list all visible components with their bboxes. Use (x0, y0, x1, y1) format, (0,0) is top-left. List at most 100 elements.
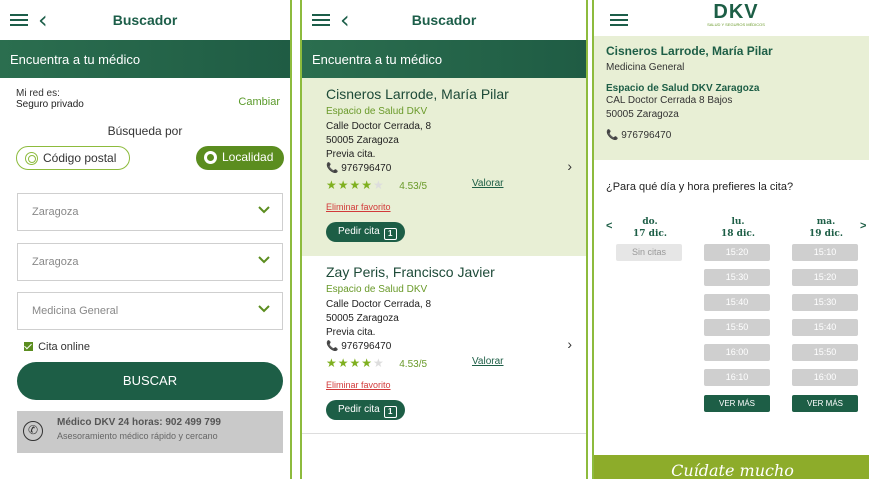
rate-link[interactable]: Valorar (472, 178, 504, 189)
doctor-info: Cisneros Larrode, María Pilar Medicina G… (594, 36, 869, 160)
doctor-center: Espacio de Salud DKV (326, 284, 428, 295)
chevron-down-icon (258, 256, 270, 264)
radio-off-icon (25, 152, 38, 165)
rating-value: 4.53/5 (399, 181, 428, 192)
doctor-card[interactable]: Zay Peris, Francisco Javier Espacio de S… (302, 256, 586, 434)
doctor-address: Calle Doctor Cerrada, 8 (326, 121, 432, 132)
time-slot[interactable]: 15:20 (792, 269, 858, 286)
results-screen: ‹ Buscador Encuentra a tu médico Cisnero… (300, 0, 588, 479)
time-slot[interactable]: 15:30 (704, 269, 770, 286)
book-appointment-label: Pedir cita (338, 226, 380, 237)
time-slot[interactable]: 15:40 (792, 319, 858, 336)
time-slot[interactable]: 16:10 (704, 369, 770, 386)
province-select[interactable]: Zaragoza (17, 193, 283, 231)
day-of-week: do. (642, 217, 658, 227)
book-appointment-label: Pedir cita (338, 404, 380, 415)
help-line-title: Médico DKV 24 horas: 902 499 799 (57, 417, 221, 428)
footer-banner: Cuídate mucho (594, 455, 869, 479)
network-section: Mi red es: Seguro privado Cambiar (0, 78, 290, 116)
dkv-logo: DKV SALUD Y SEGUROS MÉDICOS (706, 2, 766, 27)
chevron-down-icon (258, 206, 270, 214)
time-slot[interactable]: 15:50 (704, 319, 770, 336)
next-days-icon[interactable]: > (860, 220, 866, 232)
time-slot[interactable]: 15:20 (704, 244, 770, 261)
doctor-city: 50005 Zaragoza (606, 109, 679, 120)
doctor-name: Cisneros Larrode, María Pilar (326, 86, 509, 102)
help-line-banner[interactable]: ✆ Médico DKV 24 horas: 902 499 799 Aseso… (17, 411, 283, 453)
doctor-phone-row[interactable]: 📞 976796470 (326, 340, 586, 354)
doctor-name: Zay Peris, Francisco Javier (326, 264, 495, 280)
day-date: 19 dic. (809, 229, 843, 239)
rating-row: ★★★★★ 4.53/5 Valorar (326, 354, 586, 370)
day-header-sunday: do. 17 dic. (620, 216, 680, 240)
search-mode-toggle: Código postal Localidad (0, 146, 290, 178)
doctor-specialty: Medicina General (606, 62, 685, 73)
remove-favorite-link[interactable]: Eliminar favorito (326, 380, 586, 390)
calendar-icon: 1 (383, 406, 397, 418)
time-slot[interactable]: 15:10 (792, 244, 858, 261)
help-line-subtitle: Asesoramiento médico rápido y cercano (57, 431, 218, 441)
doctor-center: Espacio de Salud DKV (326, 106, 428, 117)
top-bar: ‹ Buscador (0, 0, 290, 40)
logo-text: DKV (713, 1, 759, 23)
time-slot[interactable]: 16:00 (792, 369, 858, 386)
top-bar: ‹ Buscador (302, 0, 586, 40)
remove-favorite-link[interactable]: Eliminar favorito (326, 202, 586, 212)
doctor-card[interactable]: Cisneros Larrode, María Pilar Espacio de… (302, 78, 586, 256)
chevron-right-icon[interactable]: › (567, 336, 572, 352)
see-more-button[interactable]: VER MÁS (792, 395, 858, 412)
see-more-button[interactable]: VER MÁS (704, 395, 770, 412)
time-slot[interactable]: 16:00 (704, 344, 770, 361)
book-appointment-button[interactable]: Pedir cita 1 (326, 400, 405, 420)
book-appointment-button[interactable]: Pedir cita 1 (326, 222, 405, 242)
online-appointment-label: Cita online (38, 341, 91, 353)
phone-icon: 📞 (326, 341, 342, 352)
locality-label: Localidad (222, 150, 274, 164)
banner: Encuentra a tu médico (0, 40, 290, 78)
top-bar: DKV SALUD Y SEGUROS MÉDICOS (594, 0, 869, 36)
time-slot[interactable]: 15:40 (704, 294, 770, 311)
province-value: Zaragoza (32, 206, 79, 218)
menu-icon[interactable] (610, 14, 628, 26)
doctor-phone: 976796470 (341, 163, 392, 174)
day-date: 18 dic. (721, 229, 755, 239)
doctor-note: Previa cita. (326, 327, 376, 338)
date-question: ¿Para qué día y hora prefieres la cita? (606, 181, 794, 193)
phone-icon: ✆ (23, 421, 43, 441)
city-value: Zaragoza (32, 256, 79, 268)
day-header-tuesday: ma. 19 dic. (796, 216, 856, 240)
rate-link[interactable]: Valorar (472, 356, 504, 367)
change-network-link[interactable]: Cambiar (238, 96, 280, 108)
search-button[interactable]: BUSCAR (17, 362, 283, 400)
appointment-screen: DKV SALUD Y SEGUROS MÉDICOS Cisneros Lar… (592, 0, 869, 479)
day-date: 17 dic. (633, 229, 667, 239)
postal-code-label: Código postal (43, 151, 117, 165)
locality-toggle[interactable]: Localidad (196, 146, 284, 170)
star-rating-icon: ★★★★★ (326, 356, 385, 370)
doctor-phone-row[interactable]: 📞 976796470 (606, 130, 869, 141)
search-screen: ‹ Buscador Encuentra a tu médico Mi red … (0, 0, 292, 479)
city-select[interactable]: Zaragoza (17, 243, 283, 281)
previous-days-icon[interactable]: < (606, 220, 612, 232)
doctor-city: 50005 Zaragoza (326, 313, 399, 324)
time-slot[interactable]: 15:50 (792, 344, 858, 361)
doctor-phone-row[interactable]: 📞 976796470 (326, 162, 586, 176)
search-by-label: Búsqueda por (107, 124, 183, 138)
online-appointment-checkbox[interactable]: Cita online (24, 341, 90, 353)
doctor-center: Espacio de Salud DKV Zaragoza (606, 83, 760, 94)
postal-code-toggle[interactable]: Código postal (16, 146, 130, 170)
phone-icon: 📞 (326, 163, 342, 174)
specialty-select[interactable]: Medicina General (17, 292, 283, 330)
chevron-right-icon[interactable]: › (567, 158, 572, 174)
checkbox-checked-icon (24, 342, 33, 351)
time-slot[interactable]: 15:30 (792, 294, 858, 311)
chevron-down-icon (258, 305, 270, 313)
logo-tagline: SALUD Y SEGUROS MÉDICOS (707, 22, 765, 27)
day-of-week: lu. (731, 217, 745, 227)
radio-on-icon (204, 151, 217, 164)
doctor-name: Cisneros Larrode, María Pilar (606, 44, 773, 58)
doctor-address: Calle Doctor Cerrada, 8 (326, 299, 432, 310)
page-title: Buscador (411, 12, 477, 28)
doctor-city: 50005 Zaragoza (326, 135, 399, 146)
rating-value: 4.53/5 (399, 359, 428, 370)
